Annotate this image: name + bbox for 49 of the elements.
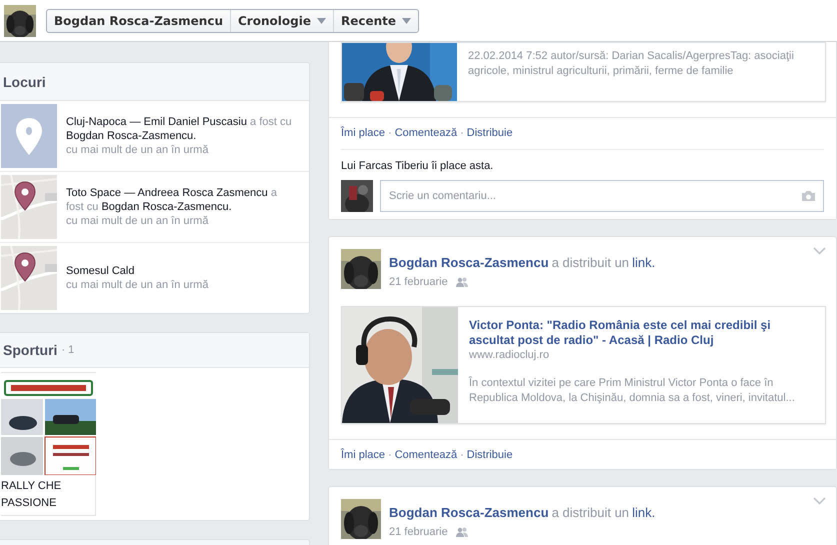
map-pin-icon [14,252,36,282]
action-link[interactable]: Îmi place [341,448,386,462]
likes-text: Lui Farcas Tiberiu îi place asta. [341,149,824,172]
friends-icon[interactable] [456,527,468,537]
link-text[interactable]: link. [632,255,656,270]
camera-icon[interactable] [801,190,816,202]
action-link[interactable]: Îmi place [341,126,386,140]
action-link[interactable]: Comentează [394,126,458,140]
action-link[interactable]: Distribuie [466,126,513,140]
caret-icon [402,18,412,24]
profile-name-button[interactable]: Bogdan Rosca-Zasmencu [47,10,230,32]
link-url: www.radiocluj.ro [469,348,550,362]
post-date: 21 februarie [389,275,448,290]
timestamp: cu mai mult de un an în urmă [66,214,210,228]
menu-dropdown-button[interactable]: Recente [332,10,418,32]
separator-dot: · [460,126,464,140]
author-link[interactable]: Bogdan Rosca-Zasmencu [389,255,549,270]
caret-icon [316,18,326,24]
post-action: a distribuit un [552,255,630,270]
timestamp: cu mai mult de un an în urmă [66,143,210,157]
post-date: 21 februarie [389,525,448,540]
place-description: Cluj-Napoca — Emil Daniel Puscasiu a fost cu Bogdan Rosca-Zasmencu. [66,115,293,143]
comment-field[interactable]: Scrie un comentariu... [380,180,824,212]
sport-tile[interactable]: RALLY CHE PASSIONE [1,372,96,516]
chevron-down-icon[interactable] [813,497,826,505]
friends-icon[interactable] [456,277,468,287]
link-preview[interactable] [341,306,826,424]
link-title[interactable]: Victor Ponta: "Radio România este cel mai credibil şi ascultat post de radio" - Acasă | Radio Cluj [469,318,815,348]
link-description: 22.02.2014 7:52 autor/sursă: Darian Sacalis/AgerpresTag: asociaţii agricole, ministrul agriculturii, primării, ferme de familie [468,49,795,79]
place-description: Toto Space — Andreea Rosca Zasmencu a fost cu Bogdan Rosca-Zasmencu. [66,186,278,214]
map-pin-icon [14,181,36,211]
section-title: Locuri [3,74,46,90]
post-action: a distribuit un [552,505,630,520]
link-description: În contextul vizitei pe care Prim Ministrul Victor Ponta o face în Republica Moldova, la Chişinău, domnia sa a fost, vineri, invitatul... [469,376,796,406]
place-description: Somesul Cald [66,264,136,278]
menu-dropdown-button[interactable]: Cronologie [230,10,333,32]
location-pin-icon[interactable] [1,104,57,168]
sport-name: RALLY CHE PASSIONE [1,480,62,509]
action-link[interactable]: Comentează [394,448,458,462]
item-count: · 1 [61,344,74,356]
separator-dot: · [388,448,392,462]
author-link[interactable]: Bogdan Rosca-Zasmencu [389,505,549,520]
chevron-down-icon[interactable] [813,247,826,255]
section-title: Sporturi [3,342,58,358]
link-text[interactable]: link. [632,505,656,520]
timestamp: cu mai mult de un an în urmă [66,278,210,292]
separator-dot: · [460,448,464,462]
action-link[interactable]: Distribuie [466,448,513,462]
separator-dot: · [388,126,392,140]
